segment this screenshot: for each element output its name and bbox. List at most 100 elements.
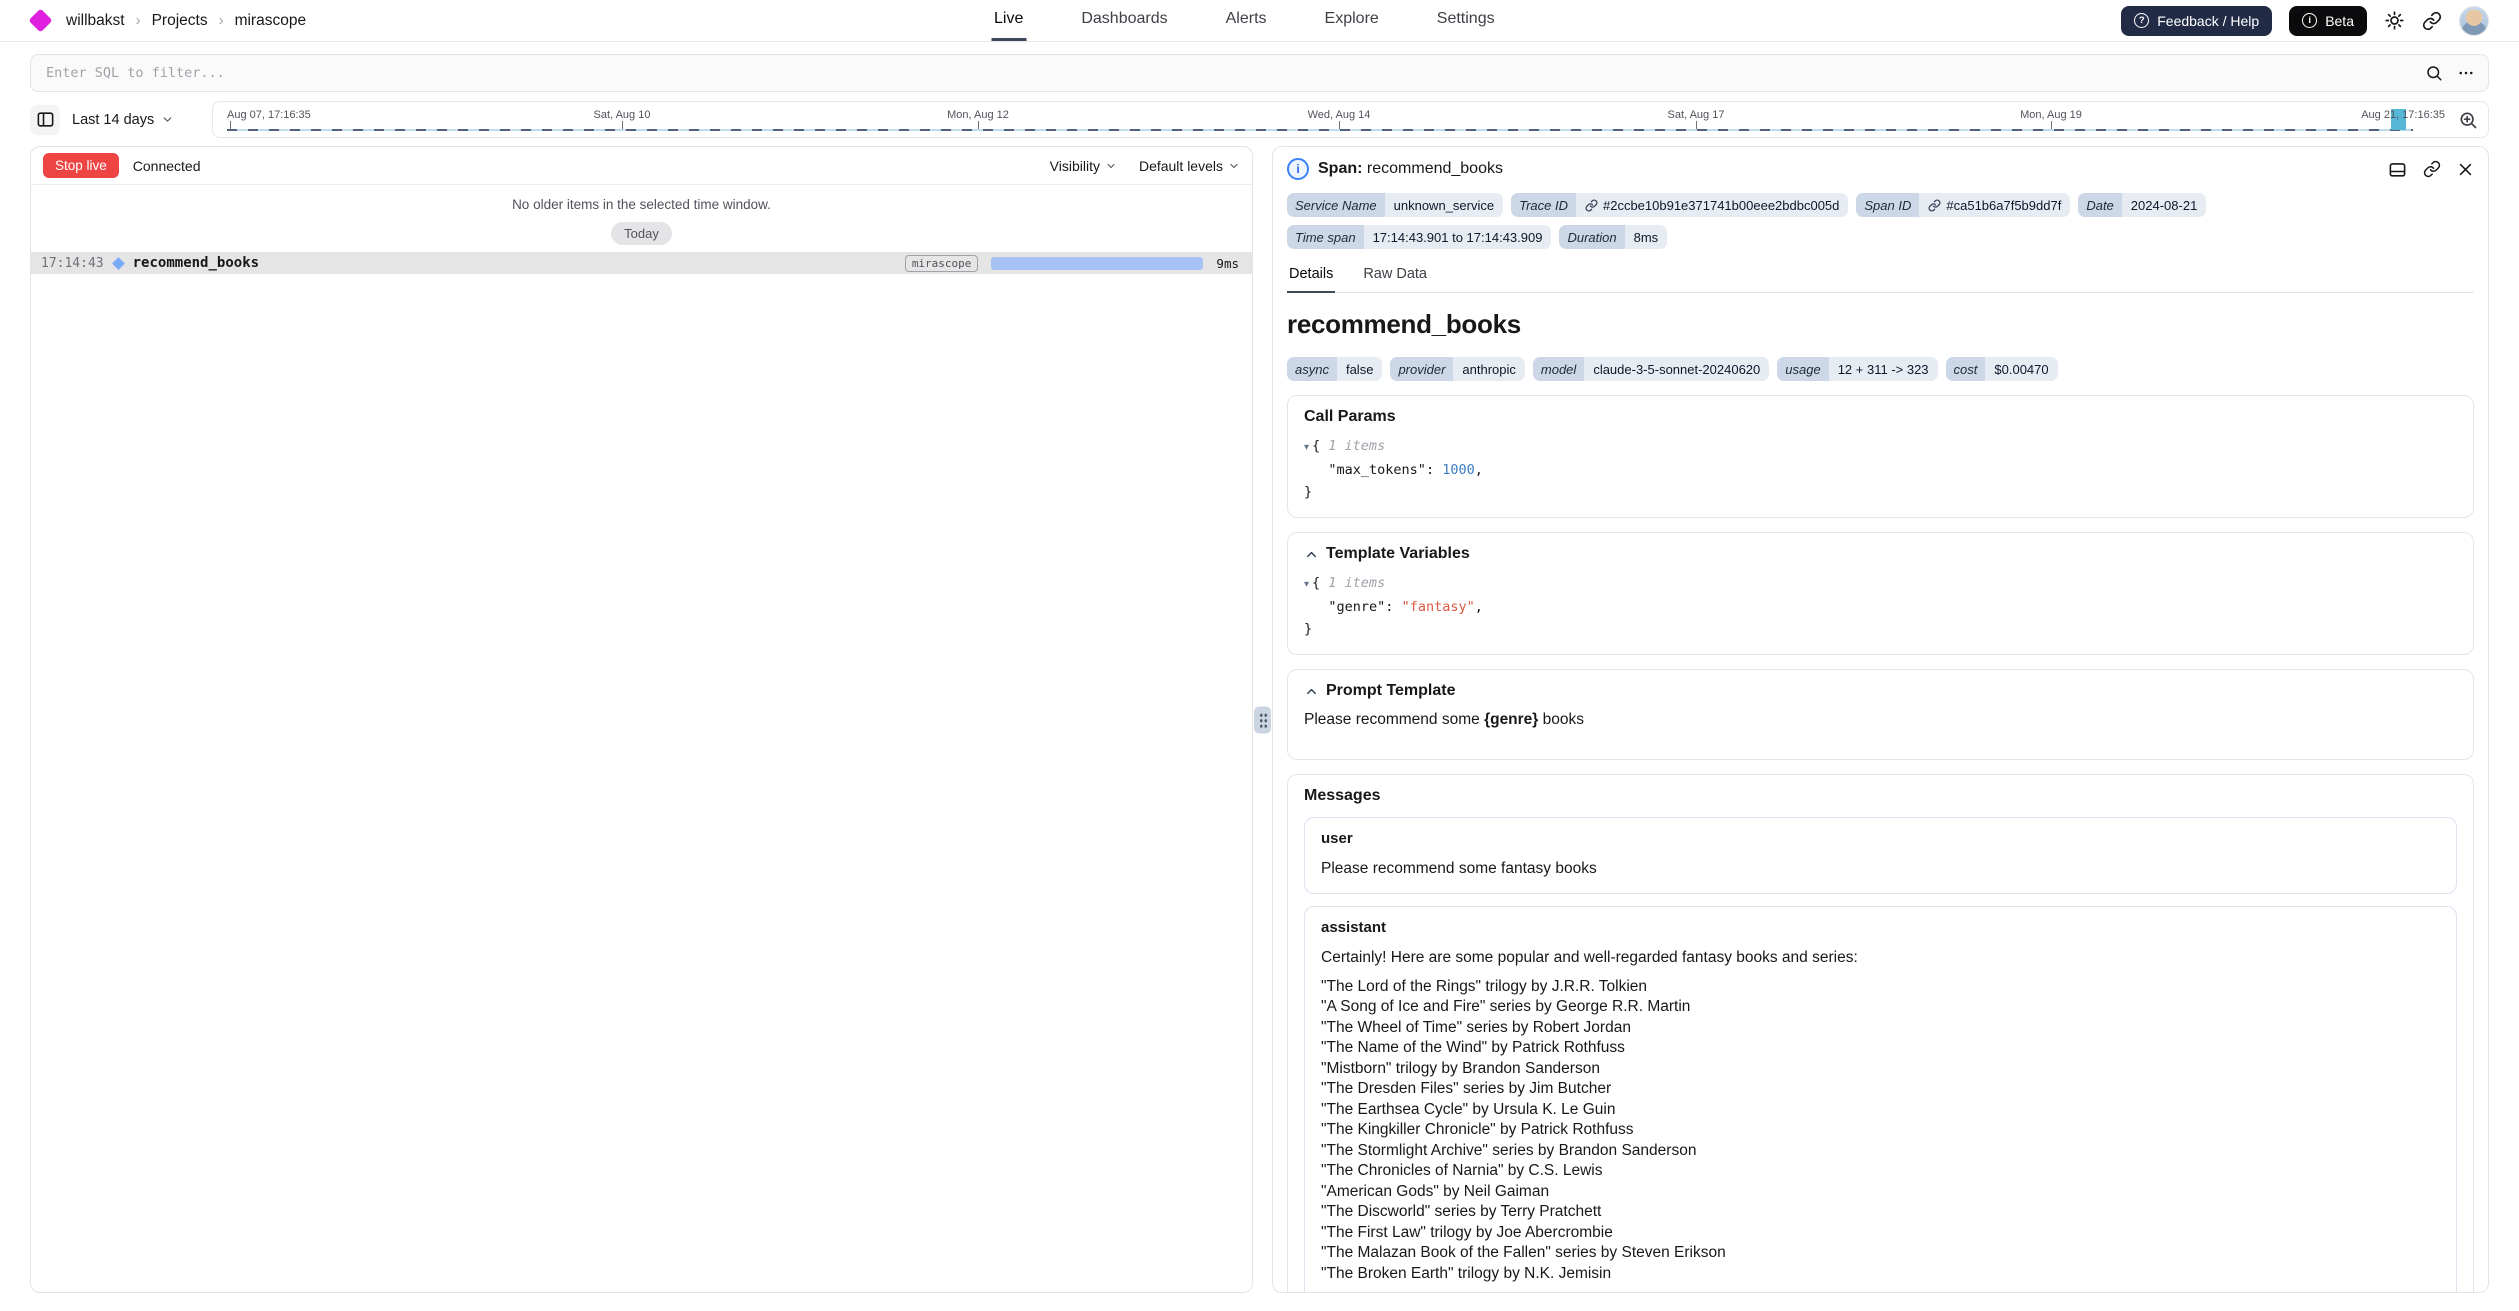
template-variables-card: Template Variables ▾{ 1 items "genre": "… <box>1287 532 2474 655</box>
breadcrumb: willbakst › Projects › mirascope <box>30 12 306 30</box>
meta-badge: Time span 17:14:43.901 to 17:14:43.909 <box>1287 225 1551 249</box>
book-line: "Mistborn" trilogy by Brandon Sanderson <box>1321 1059 2440 1080</box>
user-avatar[interactable] <box>2459 6 2489 36</box>
panel-resize-handle[interactable] <box>1254 706 1271 733</box>
call-params-json: ▾{ 1 items "max_tokens": 1000,} <box>1304 435 2457 503</box>
call-params-title: Call Params <box>1304 408 2457 426</box>
timeline-tick-label: Sat, Aug 17 <box>1668 109 1725 121</box>
span-attribute-badges: async false provider anthropic model cla… <box>1287 357 2474 381</box>
meta-badge-value: #ca51b6a7f5b9dd7f <box>1946 198 2061 213</box>
meta-badge: Span ID #ca51b6a7f5b9dd7f <box>1856 193 2070 217</box>
chevron-up-icon[interactable] <box>1304 547 1319 562</box>
span-header: i Span: recommend_books <box>1287 158 2474 180</box>
user-message-text: Please recommend some fantasy books <box>1321 858 2440 879</box>
user-message-card: user Please recommend some fantasy books <box>1304 817 2457 894</box>
meta-badge-value: 17:14:43.901 to 17:14:43.909 <box>1373 230 1543 245</box>
breadcrumb-org[interactable]: willbakst <box>66 12 125 30</box>
code-line: ▾{ 1 items <box>1304 572 2457 596</box>
connection-status: Connected <box>133 158 201 174</box>
code-token-brace: } <box>1304 621 1312 637</box>
book-line: "The Kingkiller Chronicle" by Patrick Ro… <box>1321 1120 2440 1141</box>
tab-dashboards[interactable]: Dashboards <box>1078 0 1170 41</box>
chevron-right-icon: › <box>136 12 141 29</box>
zoom-in-button[interactable] <box>2458 110 2478 130</box>
timeline-tick-label: Aug 07, 17:16:35 <box>227 109 311 121</box>
span-detail-panel: i Span: recommend_books <box>1272 146 2489 1293</box>
chevron-right-icon: › <box>219 12 224 29</box>
tab-alerts[interactable]: Alerts <box>1223 0 1270 41</box>
sql-filter-input[interactable] <box>44 64 2425 82</box>
collapse-arrow-icon[interactable]: ▾ <box>1304 579 1312 590</box>
meta-badge-label: Date <box>2078 193 2121 217</box>
attribute-badge-value: anthropic <box>1462 362 1515 377</box>
collapse-arrow-icon[interactable]: ▾ <box>1304 442 1312 453</box>
attribute-badge: provider anthropic <box>1390 357 1524 381</box>
span-title-value: recommend_books <box>1367 160 1503 177</box>
meta-badge-label: Time span <box>1287 225 1364 249</box>
message-role: user <box>1321 830 2440 847</box>
book-line: "The Chronicles of Narnia" by C.S. Lewis <box>1321 1161 2440 1182</box>
close-panel-button[interactable] <box>2457 161 2474 178</box>
code-token-key: "max_tokens" <box>1328 462 1426 478</box>
theme-toggle-button[interactable] <box>2384 10 2405 31</box>
book-line: "A Song of Ice and Fire" series by Georg… <box>1321 997 2440 1018</box>
trace-row[interactable]: 17:14:43 recommend_books mirascope 9ms <box>31 252 1252 274</box>
tab-explore[interactable]: Explore <box>1322 0 1382 41</box>
chevron-down-icon <box>1105 160 1117 172</box>
book-line: "The Stormlight Archive" series by Brand… <box>1321 1141 2440 1162</box>
code-token-plain: , <box>1475 462 1483 478</box>
header-actions: ? Feedback / Help i Beta <box>2121 6 2489 36</box>
code-line: } <box>1304 618 2457 640</box>
span-diamond-icon <box>112 257 125 270</box>
visibility-dropdown[interactable]: Visibility <box>1050 158 1117 174</box>
tab-live[interactable]: Live <box>991 0 1026 41</box>
code-token-key: "genre" <box>1328 599 1385 615</box>
link-icon[interactable] <box>1585 199 1598 212</box>
code-token-plain: : <box>1385 599 1401 615</box>
tab-settings[interactable]: Settings <box>1434 0 1498 41</box>
share-link-button[interactable] <box>2422 11 2442 31</box>
attribute-badge-value: false <box>1346 362 1373 377</box>
more-options-icon[interactable] <box>2457 64 2475 82</box>
default-levels-dropdown[interactable]: Default levels <box>1139 158 1240 174</box>
breadcrumb-projects[interactable]: Projects <box>152 12 208 30</box>
chevron-down-icon <box>161 113 174 126</box>
timeline-tick-label: Wed, Aug 14 <box>1308 109 1371 121</box>
tab-raw-data[interactable]: Raw Data <box>1361 263 1429 293</box>
tab-details[interactable]: Details <box>1287 263 1335 293</box>
attribute-badge-label: cost <box>1946 357 1986 381</box>
attribute-badge-value: claude-3-5-sonnet-20240620 <box>1593 362 1760 377</box>
messages-card: Messages user Please recommend some fant… <box>1287 774 2474 1293</box>
chevron-up-icon[interactable] <box>1304 684 1319 699</box>
meta-badge-label: Service Name <box>1287 193 1385 217</box>
attribute-badge: cost $0.00470 <box>1946 357 2058 381</box>
time-range-dropdown[interactable]: Last 14 days <box>72 112 192 128</box>
book-line: "American Gods" by Neil Gaiman <box>1321 1182 2440 1203</box>
visibility-label: Visibility <box>1050 158 1100 174</box>
top-header: willbakst › Projects › mirascope Live Da… <box>0 0 2519 42</box>
code-line: "genre": "fantasy", <box>1304 596 2457 618</box>
prompt-template-title: Prompt Template <box>1326 682 1456 700</box>
time-range-label: Last 14 days <box>72 112 154 128</box>
main-content: Stop live Connected Visibility Default l… <box>30 146 2489 1293</box>
meta-badge-value: 2024-08-21 <box>2131 198 2198 213</box>
book-line: "The Wheel of Time" series by Robert Jor… <box>1321 1018 2440 1039</box>
timeline[interactable]: Aug 07, 17:16:35Sat, Aug 10Mon, Aug 12We… <box>212 101 2489 138</box>
dock-panel-button[interactable] <box>2388 160 2407 179</box>
span-title-label: Span: <box>1318 160 1362 177</box>
chevron-down-icon <box>1228 160 1240 172</box>
stop-live-button[interactable]: Stop live <box>43 153 119 178</box>
sidebar-toggle-button[interactable] <box>30 105 60 135</box>
search-icon[interactable] <box>2425 64 2443 82</box>
link-icon[interactable] <box>1928 199 1941 212</box>
scope-badge: mirascope <box>905 255 979 272</box>
timeline-tick-label: Aug 21, 17:16:35 <box>2361 109 2445 121</box>
breadcrumb-project-name[interactable]: mirascope <box>235 12 307 30</box>
feedback-help-button[interactable]: ? Feedback / Help <box>2121 6 2272 36</box>
copy-link-button[interactable] <box>2423 160 2441 178</box>
brand-logo-icon[interactable] <box>28 8 52 32</box>
timeline-axis <box>227 129 2413 131</box>
attribute-badge: model claude-3-5-sonnet-20240620 <box>1533 357 1769 381</box>
beta-badge-button[interactable]: i Beta <box>2289 6 2367 36</box>
code-line: "max_tokens": 1000, <box>1304 459 2457 481</box>
